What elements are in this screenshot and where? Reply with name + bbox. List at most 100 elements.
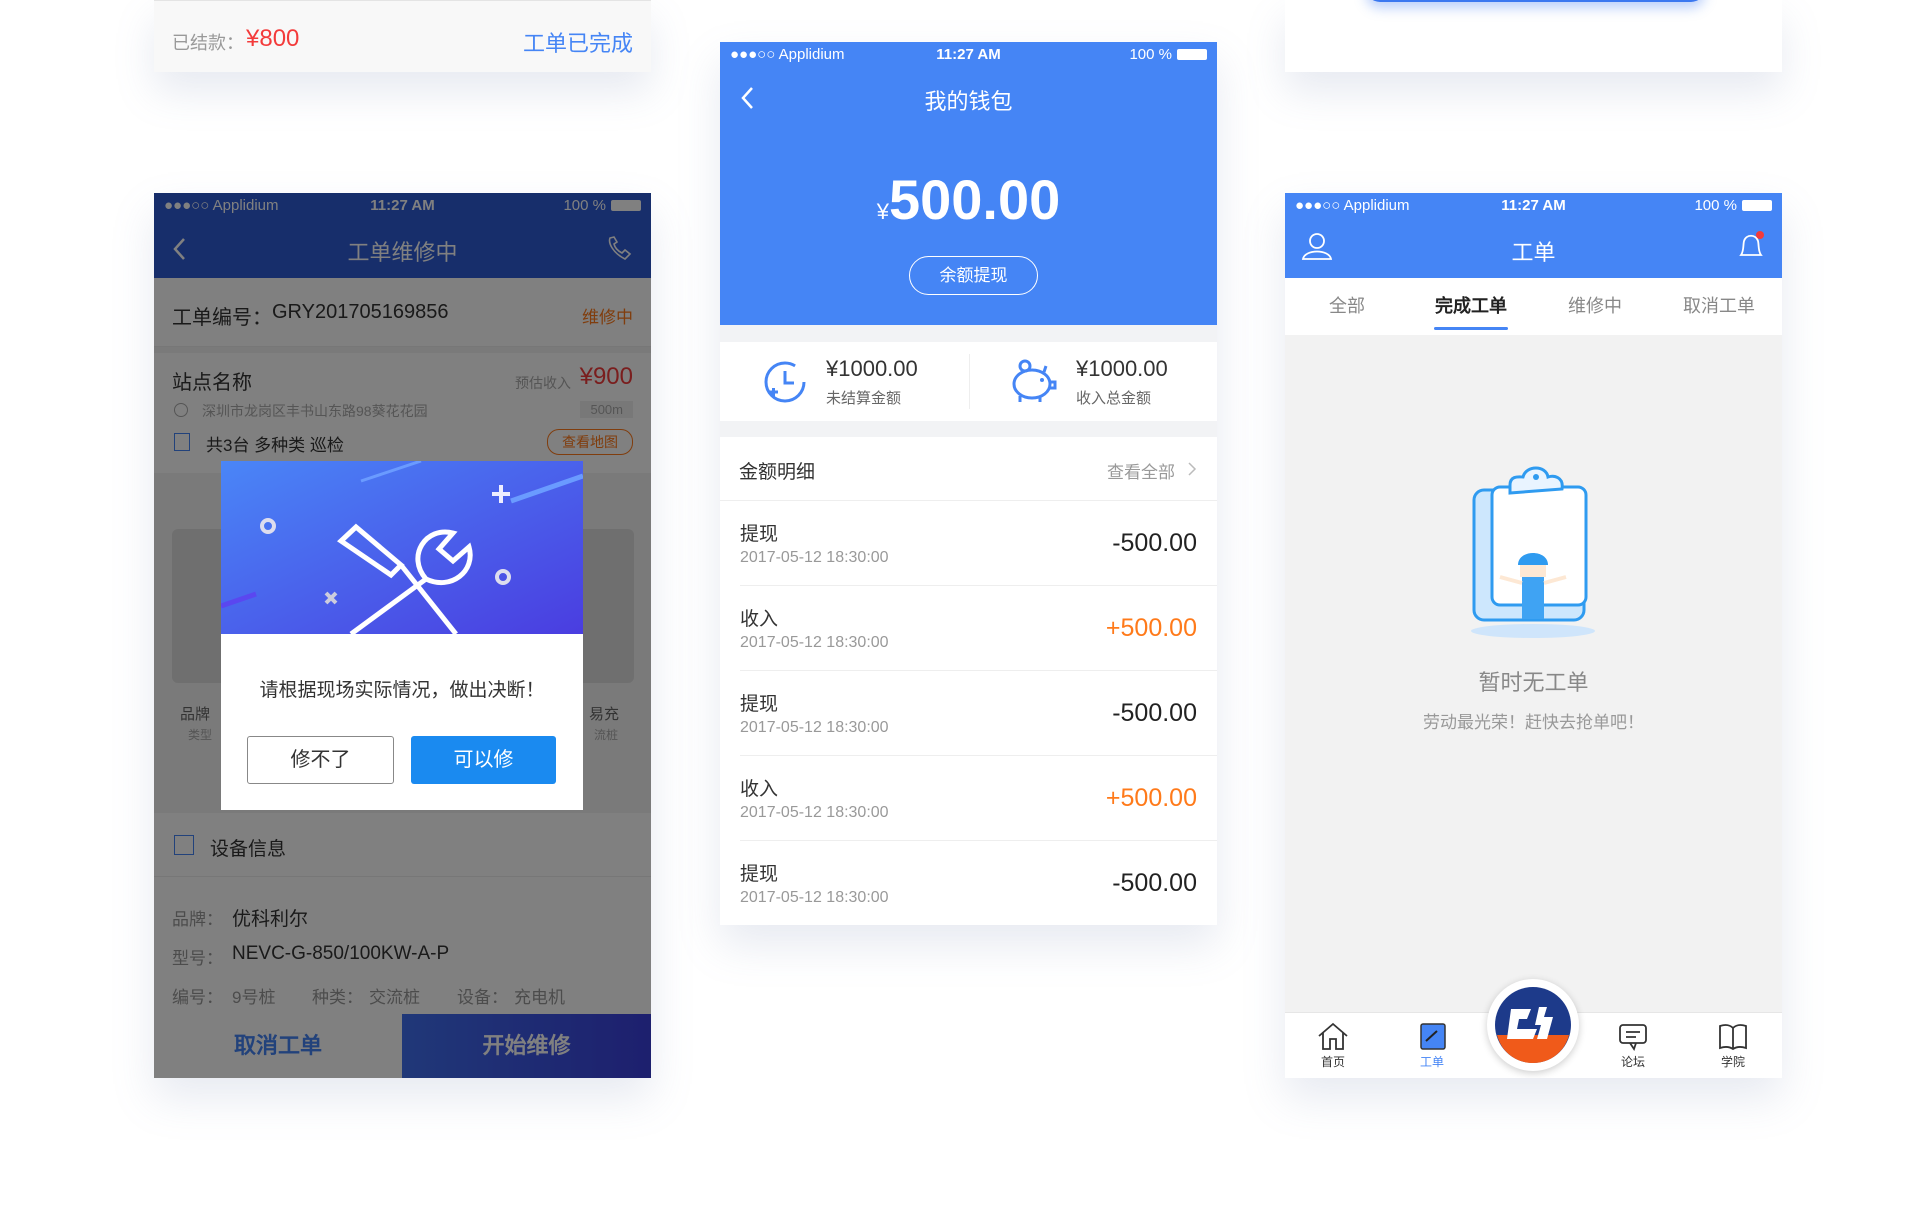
center-logo-button[interactable] (1487, 979, 1579, 1071)
wallet-screen: ●●●○○ Applidium 11:27 AM 100 % 我的钱包 ¥500… (720, 42, 1217, 925)
number-label: 编号： (172, 988, 223, 1007)
piggy-bank-icon (1012, 359, 1057, 402)
tab-label: 首页 (1320, 1055, 1345, 1069)
repair-screen: ●●●○○ Applidium 11:27 AM 100 % 工单维修中 工单编… (154, 193, 651, 1078)
transaction-list: 提现 2017-05-12 18:30:00 -500.00 收入 2017-05… (720, 501, 1217, 925)
brand-value: 优科利尔 (232, 909, 309, 930)
transaction-row[interactable]: 提现 2017-05-12 18:30:00 -500.00 (740, 841, 1217, 925)
device-summary: 共3台 多种类 巡检 (206, 436, 344, 455)
model-label: 型号： (172, 949, 223, 968)
bottom-tab-academy[interactable]: 学院 (1703, 1021, 1763, 1070)
empty-clipboard-illustration (1471, 466, 1595, 638)
status-bar: ●●●○○ Applidium 11:27 AM 100 % (154, 193, 651, 218)
model-value: NEVC-G-850/100KW-A-P (232, 943, 450, 964)
transaction-row[interactable]: 提现 2017-05-12 18:30:00 -500.00 (740, 501, 1217, 586)
card-sublabel: 类型 (188, 728, 213, 742)
empty-title: 暂时无工单 (1478, 670, 1589, 695)
location-icon (174, 403, 188, 417)
view-map-button[interactable]: 查看地图 (547, 429, 633, 455)
transaction-title: 提现 (740, 524, 779, 545)
station-name: 站点名称 (172, 372, 252, 394)
summary-card: ¥1000.00 未结算金额 ¥1000.00 收入总金额 (720, 342, 1217, 421)
tab-label: 工单 (1419, 1055, 1444, 1069)
type-label: 种类： (312, 988, 363, 1007)
nav-bar: ●●●○○ Applidium 11:27 AM 100 % 工单维修中 (154, 193, 651, 278)
est-income: ¥900 (579, 363, 633, 390)
transaction-amount: -500.00 (1112, 529, 1197, 557)
bottom-tab-forum[interactable]: 论坛 (1603, 1021, 1663, 1070)
transaction-title: 收入 (740, 779, 779, 800)
page-title: 工单 (1511, 240, 1556, 265)
wallet-header: ●●●○○ Applidium 11:27 AM 100 % 我的钱包 ¥500… (720, 42, 1217, 325)
transaction-title: 提现 (740, 694, 779, 715)
detail-title: 金额明细 (739, 462, 816, 483)
page-title: 我的钱包 (924, 89, 1013, 114)
transaction-title: 收入 (740, 609, 779, 630)
divider (969, 354, 970, 409)
transaction-date: 2017-05-12 18:30:00 (740, 634, 889, 651)
view-all-link[interactable]: 查看全部 (1107, 458, 1175, 483)
transaction-date: 2017-05-12 18:30:00 (740, 549, 889, 566)
completed-order-card-fragment: 已结款： ¥800 工单已完成 (154, 0, 651, 72)
brand-label: 品牌： (172, 910, 223, 929)
tab-repairing[interactable]: 维修中 (1533, 278, 1657, 335)
type-value: 交流桩 (369, 988, 420, 1007)
brand-logo-icon (1495, 987, 1571, 1063)
transaction-row[interactable]: 收入 2017-05-12 18:30:00 +500.00 (740, 756, 1217, 841)
status-bar: ●●●○○ Applidium 11:27 AM 100 % (1285, 193, 1782, 218)
card-sublabel: 流桩 (594, 728, 619, 742)
device-icon (174, 433, 190, 451)
order-label: 工单编号： (172, 307, 272, 329)
chevron-right-icon[interactable] (1187, 461, 1197, 477)
phone-icon[interactable] (605, 235, 633, 263)
device-details: 品牌： 优科利尔 型号： NEVC-G-850/100KW-A-P 编号： 9号… (154, 877, 651, 1017)
primary-button-edge[interactable] (1366, 0, 1705, 2)
order-status: 维修中 (582, 308, 633, 327)
start-repair-button[interactable]: 开始维修 (402, 1014, 651, 1078)
transaction-row[interactable]: 提现 2017-05-12 18:30:00 -500.00 (740, 671, 1217, 756)
bottom-tab-work-order[interactable]: 工单 (1402, 1021, 1462, 1070)
page-title: 工单维修中 (347, 240, 458, 265)
order-number: GRY201705169856 (272, 301, 449, 323)
unsettled-amount: ¥1000.00 (826, 356, 918, 381)
section-title: 设备信息 (210, 839, 287, 860)
balance: ¥500.00 (720, 167, 1217, 232)
card-label: 易充 (589, 706, 620, 723)
transaction-row[interactable]: 收入 2017-05-12 18:30:00 +500.00 (740, 586, 1217, 671)
tab-cancelled[interactable]: 取消工单 (1657, 278, 1781, 335)
can-repair-button[interactable]: 可以修 (411, 736, 556, 784)
work-order-icon (1420, 1023, 1446, 1050)
device-value: 充电机 (514, 988, 565, 1007)
nav-bar: ●●●○○ Applidium 11:27 AM 100 % 工单 (1285, 193, 1782, 278)
tab-all[interactable]: 全部 (1285, 278, 1409, 335)
number-value: 9号桩 (232, 988, 276, 1007)
unsettled-label: 未结算金额 (826, 390, 902, 407)
device-info-header: 设备信息 (154, 813, 651, 877)
total-income-label: 收入总金额 (1076, 390, 1152, 407)
order-completed-status: 工单已完成 (522, 31, 633, 56)
transaction-amount: +500.00 (1105, 784, 1197, 812)
device-label: 设备： (457, 988, 508, 1007)
clock-icon (764, 361, 806, 403)
orders-screen: ●●●○○ Applidium 11:27 AM 100 % 工单 全部 完成工… (1285, 193, 1782, 1078)
transaction-amount: +500.00 (1105, 614, 1197, 642)
withdraw-button[interactable]: 余额提现 (909, 256, 1038, 295)
repair-tools-illustration (221, 461, 583, 634)
transaction-amount: -500.00 (1112, 699, 1197, 727)
detail-header: 金额明细 查看全部 (720, 437, 1217, 501)
transaction-date: 2017-05-12 18:30:00 (740, 889, 889, 906)
cannot-repair-button[interactable]: 修不了 (247, 736, 394, 784)
station-section: 站点名称 预估收入 ¥900 深圳市龙岗区丰书山东路98葵花花园 500m 共3… (154, 353, 651, 473)
currency-symbol: ¥ (876, 199, 889, 224)
decision-modal: 请根据现场实际情况，做出决断！ 修不了 可以修 (221, 461, 583, 810)
status-bar: ●●●○○ Applidium 11:27 AM 100 % (720, 42, 1217, 67)
bell-icon[interactable] (1736, 229, 1766, 261)
tab-label: 学院 (1720, 1055, 1745, 1069)
transaction-date: 2017-05-12 18:30:00 (740, 719, 889, 736)
clock: 11:27 AM (936, 46, 1001, 63)
card-label: 品牌 (180, 706, 211, 723)
bottom-tab-home[interactable]: 首页 (1303, 1021, 1363, 1070)
cancel-order-button[interactable]: 取消工单 (154, 1014, 402, 1078)
transaction-title: 提现 (740, 864, 779, 885)
order-number-row: 工单编号： GRY201705169856 维修中 (154, 278, 651, 347)
